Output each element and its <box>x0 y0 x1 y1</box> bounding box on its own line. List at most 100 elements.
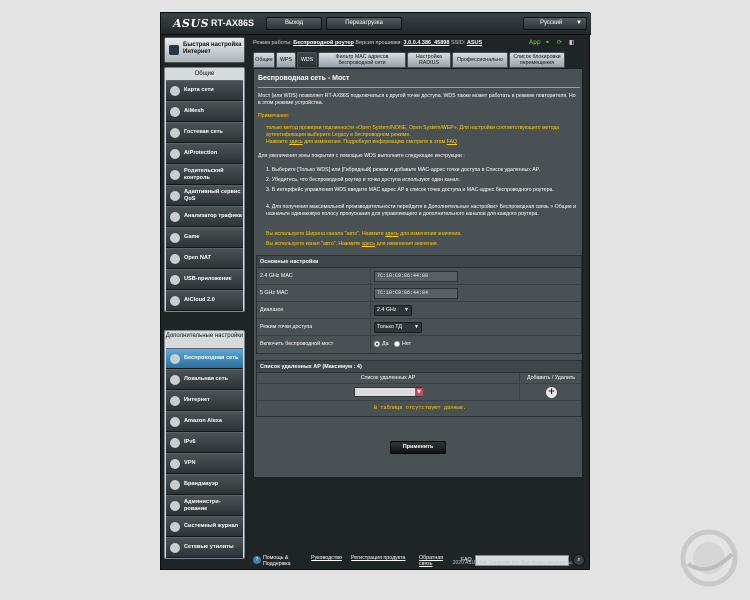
chevron-down-icon: ▼ <box>404 307 409 313</box>
firmware-link[interactable]: 3.0.0.4.386_45898 <box>404 40 450 46</box>
sidebar-item-label: Локальная сеть <box>184 376 228 383</box>
general-item-aimesh[interactable]: AiMesh <box>166 101 243 122</box>
apply-button[interactable]: Применить <box>390 441 446 454</box>
general-item-traffic-analyzer[interactable]: Анализатор трафика <box>166 206 243 227</box>
system-log-icon <box>170 522 180 532</box>
faq-link[interactable]: FAQ <box>447 139 457 145</box>
advanced-item-system-log[interactable]: Системный журнал <box>166 516 243 537</box>
basic-settings-header: Основные настройки <box>257 256 581 268</box>
general-item-parental-control[interactable]: Родительский контроль <box>166 164 243 185</box>
sidebar-item-label: VPN <box>184 460 196 467</box>
bridge-no-radio[interactable] <box>394 341 400 347</box>
add-ap-icon[interactable]: + <box>546 387 557 398</box>
asus-logo: ASUS <box>173 17 210 30</box>
title-divider <box>258 87 580 88</box>
advanced-item-wireless[interactable]: Беспроводная сеть <box>166 348 243 369</box>
sidebar-item-label: Брандмауэр <box>184 481 219 488</box>
general-item-qos[interactable]: Адаптивный сервис QoS <box>166 185 243 206</box>
tab-bar: Общие WPS WDS Фильтр MAC адресов беспров… <box>253 52 583 68</box>
tab-general[interactable]: Общие <box>253 52 275 68</box>
remote-ap-empty-row: В таблице отсутствуют данные. <box>257 401 581 416</box>
note-1: только метод проверки подлинности «Open … <box>266 125 560 138</box>
advanced-item-alexa[interactable]: Amazon Alexa <box>166 411 243 432</box>
band-row: Диапазон 2.4 GHz ▼ <box>257 302 581 319</box>
ap-mode-label: Режим точки доступа <box>260 324 313 330</box>
reboot-button[interactable]: Перезагрузка <box>326 17 402 30</box>
advanced-section: Дополнительные настройки Беспроводная се… <box>164 330 245 559</box>
band-select[interactable]: 2.4 GHz ▼ <box>374 305 412 316</box>
sidebar-item-label: Родительский контроль <box>184 168 224 181</box>
quick-internet-setup-button[interactable]: Быстрая настройка Интернет <box>164 37 245 63</box>
lan-icon <box>170 375 180 385</box>
channel-here-link[interactable]: здесь <box>362 241 375 247</box>
tab-professional[interactable]: Профессионально <box>452 52 508 68</box>
intro-text: Мост (или WDS) позволяет RT-AX86S подклю… <box>258 93 576 106</box>
open-nat-icon <box>170 254 180 264</box>
tab-mac-filter[interactable]: Фильтр MAC адресов беспроводной сети <box>318 52 406 68</box>
tab-roaming-block[interactable]: Список блокировки перемещения <box>509 52 565 68</box>
quick-setup-icon <box>169 45 179 55</box>
general-section: Общие Карта сети AiMesh Гостевая сеть AiPro… <box>164 67 245 312</box>
usb-status-icon[interactable]: ⚭ <box>545 39 553 47</box>
logout-button[interactable]: Выход <box>266 17 322 30</box>
sidebar-item-label: Адаптивный сервис QoS <box>184 189 241 202</box>
sidebar-item-label: Amazon Alexa <box>184 418 223 425</box>
chevron-down-icon[interactable]: ▼ <box>415 388 423 396</box>
sidebar-item-label: Карта сети <box>184 87 214 94</box>
advanced-item-lan[interactable]: Локальная сеть <box>166 369 243 390</box>
firmware-label: Версия прошивки: <box>355 40 402 46</box>
note-here-link[interactable]: здесь <box>289 139 302 145</box>
remote-ap-table: Список удаленных AP (Максимум : 4) Списо… <box>256 360 582 417</box>
step-4: 4. Для получения максимальной производит… <box>266 204 577 217</box>
general-item-usb[interactable]: USB-приложение <box>166 269 243 290</box>
tab-radius[interactable]: Настройка RADIUS <box>407 52 451 68</box>
wds-panel: Беспроводная сеть - Мост Мост (или WDS) … <box>253 68 583 478</box>
ssid-link[interactable]: ASUS <box>467 40 482 46</box>
ipv6-icon <box>170 438 180 448</box>
tab-wps[interactable]: WPS <box>276 52 296 68</box>
mac5-label: 5 GHz MAC <box>260 290 289 296</box>
network-map-icon <box>170 86 180 96</box>
bandwidth-here-link[interactable]: здесь <box>385 231 398 237</box>
advanced-item-wan[interactable]: Интернет <box>166 390 243 411</box>
mac24-label: 2.4 GHz MAC <box>260 273 293 279</box>
sidebar-item-label: Администри-рование <box>184 499 221 512</box>
sidebar-item-label: AiProtection <box>184 150 218 157</box>
bridge-yes-radio[interactable] <box>374 341 380 347</box>
advanced-item-administration[interactable]: Администри-рование <box>166 495 243 516</box>
remote-ap-columns: Список удаленных AP Добавить / Удалить <box>257 373 581 384</box>
step-3: 3. В интерфейс управления WDS введите MA… <box>266 187 554 193</box>
top-bar: ASUS RT-AX86S Выход Перезагрузка Русский… <box>161 13 591 35</box>
page-title: Беспроводная сеть - Мост <box>258 75 350 82</box>
remote-ap-input-row: ▼ + <box>257 384 581 401</box>
general-item-aicloud[interactable]: AiCloud 2.0 <box>166 290 243 311</box>
op-mode-link[interactable]: Беспроводной роутер <box>293 40 354 46</box>
warning-bandwidth: Вы используете Ширина канала "авто". Наж… <box>266 231 462 237</box>
advanced-item-network-tools[interactable]: Сетевые утилиты <box>166 537 243 558</box>
chevron-down-icon: ▼ <box>414 324 419 330</box>
wireless-status-icon[interactable]: ◧ <box>569 39 577 47</box>
internet-status-icon[interactable]: ⟳ <box>557 39 565 47</box>
advanced-item-vpn[interactable]: VPN <box>166 453 243 474</box>
quick-setup-label: Быстрая настройка Интернет <box>183 42 242 55</box>
sidebar-item-label: Сетевые утилиты <box>184 544 234 551</box>
watermark-logo <box>680 529 738 587</box>
wan-icon <box>170 396 180 406</box>
sidebar-item-label: Open NAT <box>184 255 211 262</box>
model-name: RT-AX86S <box>211 18 255 28</box>
general-item-guest-network[interactable]: Гостевая сеть <box>166 122 243 143</box>
remote-ap-input[interactable] <box>354 387 422 397</box>
general-item-open-nat[interactable]: Open NAT <box>166 248 243 269</box>
general-item-aiprotection[interactable]: AiProtection <box>166 143 243 164</box>
sidebar-item-label: AiMesh <box>184 108 204 115</box>
app-icon[interactable]: App <box>529 39 541 47</box>
language-select[interactable]: Русский ▼ <box>523 17 587 30</box>
advanced-item-firewall[interactable]: Брандмауэр <box>166 474 243 495</box>
general-item-network-map[interactable]: Карта сети <box>166 80 243 101</box>
wireless-icon <box>170 354 180 364</box>
guest-network-icon <box>170 128 180 138</box>
general-item-game[interactable]: Game <box>166 227 243 248</box>
ap-mode-select[interactable]: Только ТД ▼ <box>374 322 422 333</box>
advanced-item-ipv6[interactable]: IPv6 <box>166 432 243 453</box>
tab-wds[interactable]: WDS <box>297 52 317 68</box>
